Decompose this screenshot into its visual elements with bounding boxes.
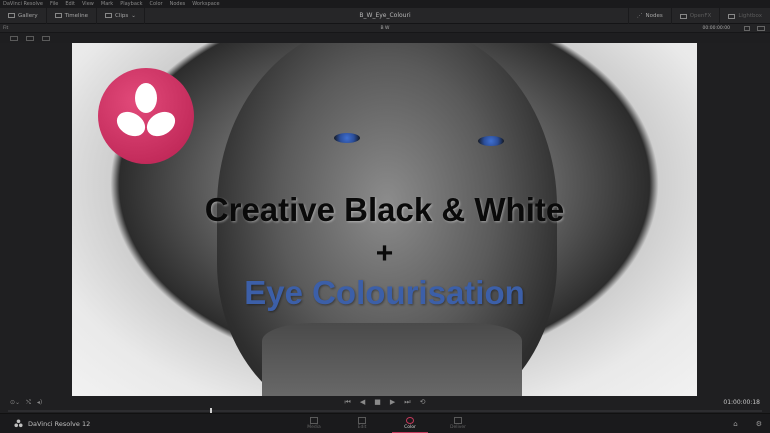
gallery-button[interactable]: Gallery	[0, 7, 47, 24]
tab-color-label: Color	[404, 425, 416, 430]
skip-to-start-icon[interactable]: ⏮	[345, 398, 351, 407]
lightbox-button[interactable]: Lightbox	[719, 8, 770, 24]
resolve-icon	[14, 419, 23, 428]
tab-color[interactable]: Color	[386, 414, 434, 433]
split-screen-icon[interactable]	[10, 35, 18, 41]
skip-to-end-icon[interactable]: ⏭	[404, 398, 410, 407]
overlay-title-plus: +	[375, 237, 394, 270]
playhead-timecode: 01:00:00:18	[723, 399, 760, 406]
openfx-icon	[679, 13, 687, 19]
page-bar: DaVinci Resolve 12 Media Edit Color Deli…	[0, 413, 770, 433]
play-reverse-icon[interactable]: ◀	[360, 398, 365, 407]
options-icon[interactable]	[757, 26, 765, 31]
gallery-label: Gallery	[18, 12, 38, 19]
menu-workspace[interactable]: Workspace	[192, 0, 219, 8]
transport-bar: ⊙⌄ ⤭ ◂) ⏮ ◀ ■ ▶ ⏭ ⟲ 01:00:00:18	[0, 396, 770, 410]
tab-deliver-label: Deliver	[449, 425, 467, 430]
app-name: DaVinci Resolve 12	[28, 419, 91, 428]
timeline-icon	[54, 13, 62, 18]
gear-icon[interactable]: ⚙	[756, 420, 762, 428]
openfx-label: OpenFX	[689, 13, 712, 19]
davinci-logo-icon	[116, 83, 176, 137]
video-viewer[interactable]: Creative Black & White + Eye Colourisati…	[72, 43, 697, 396]
timeline-label: Timeline	[64, 12, 88, 19]
tab-deliver[interactable]: Deliver	[434, 414, 482, 433]
deliver-icon	[454, 417, 462, 424]
nodes-label: Nodes	[645, 13, 663, 19]
playback-controls: ⏮ ◀ ■ ▶ ⏭ ⟲	[0, 398, 770, 407]
clips-icon	[104, 13, 112, 18]
highlight-icon[interactable]	[42, 35, 50, 41]
clip-name: B W	[380, 26, 390, 31]
viewer-timecode: 00:00:00:00	[702, 26, 730, 31]
page-tabs: Media Edit Color Deliver	[290, 414, 482, 433]
clips-button[interactable]: Clips ⌄	[97, 7, 145, 24]
play-icon[interactable]: ▶	[390, 398, 395, 407]
lightbox-icon	[728, 13, 736, 19]
lightbox-label: Lightbox	[738, 13, 762, 19]
nodes-icon: ⋰	[636, 13, 643, 19]
tab-edit[interactable]: Edit	[338, 414, 386, 433]
viewer-tools	[0, 33, 770, 43]
viewer-header: Fit B W 00:00:00:00	[0, 24, 770, 33]
timeline-button[interactable]: Timeline	[47, 7, 97, 24]
top-toolbar: B_W_Eye_Colouri Gallery Timeline Clips ⌄…	[0, 7, 770, 24]
menu-color[interactable]: Color	[150, 0, 163, 8]
portrait-neck	[262, 323, 522, 396]
fullscreen-icon[interactable]	[744, 26, 750, 31]
overlay-title-line1: Creative Black & White	[204, 191, 565, 228]
home-icon[interactable]: ⌂	[733, 420, 737, 428]
tab-media-label: Media	[307, 425, 321, 430]
nodes-button[interactable]: ⋰ Nodes	[627, 8, 671, 24]
clips-label: Clips	[114, 12, 129, 19]
toolbar-right-group: ⋰ Nodes OpenFX Lightbox	[627, 8, 770, 24]
overlay-title-line3: Eye Colourisation	[244, 274, 525, 311]
app-brand: DaVinci Resolve 12	[14, 419, 90, 428]
gallery-icon	[8, 13, 15, 18]
media-icon	[310, 417, 318, 424]
tab-media[interactable]: Media	[290, 414, 338, 433]
bottom-right-controls: ⌂ ⚙	[733, 420, 762, 428]
stop-icon[interactable]: ■	[374, 398, 381, 407]
left-eye	[334, 133, 360, 143]
color-icon	[406, 417, 414, 424]
menu-nodes[interactable]: Nodes	[170, 0, 186, 8]
scrub-bar[interactable]	[8, 408, 762, 414]
tab-edit-label: Edit	[357, 425, 367, 430]
right-eye	[478, 136, 504, 146]
wipe-icon[interactable]	[26, 35, 34, 41]
loop-icon[interactable]: ⟲	[420, 398, 426, 407]
chevron-down-icon: ⌄	[131, 12, 136, 19]
openfx-button[interactable]: OpenFX	[670, 8, 720, 24]
davinci-logo	[98, 68, 194, 164]
edit-icon	[358, 417, 366, 424]
